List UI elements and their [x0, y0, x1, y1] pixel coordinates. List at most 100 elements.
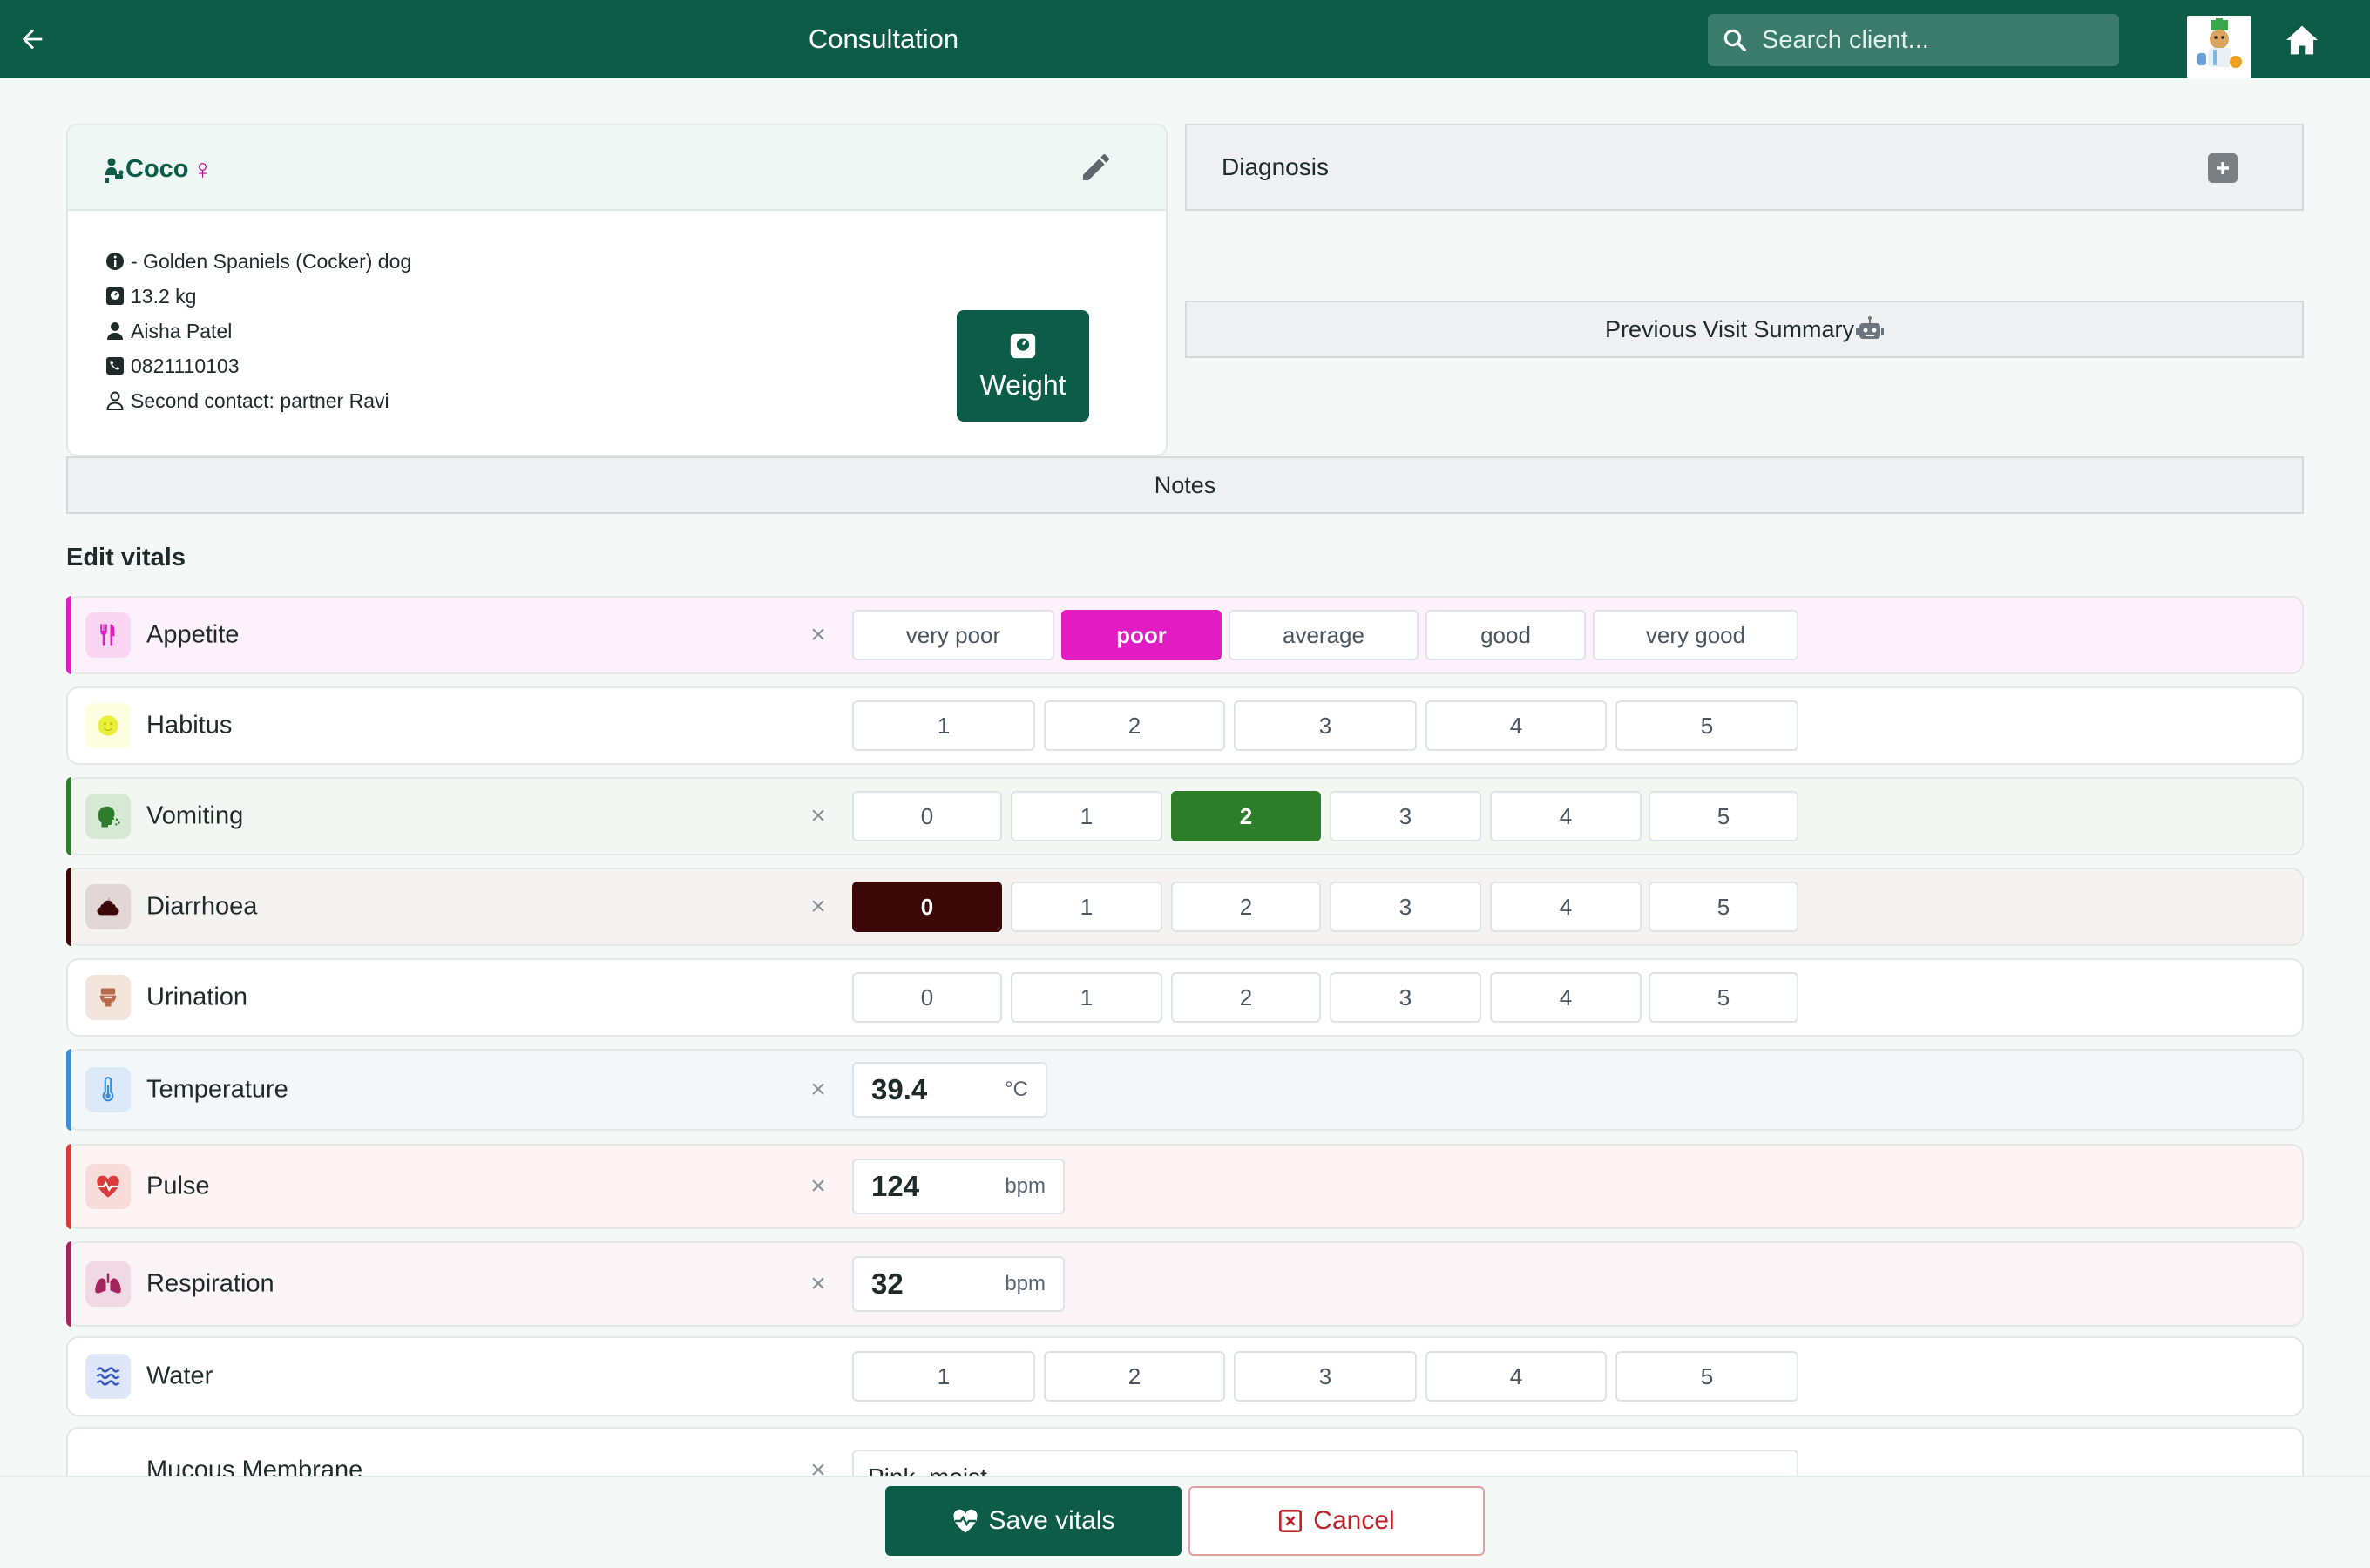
save-vitals-button[interactable]: Save vitals	[885, 1486, 1182, 1556]
clear-appetite-button[interactable]: ×	[805, 620, 831, 650]
diarrhoea-option-4[interactable]: 4	[1490, 882, 1642, 932]
vital-label: Temperature	[146, 1075, 288, 1104]
water-option-3[interactable]: 3	[1234, 1351, 1417, 1402]
clear-vomiting-button[interactable]: ×	[805, 801, 831, 831]
vomiting-option-5[interactable]: 5	[1649, 791, 1798, 841]
scale-icon	[106, 287, 124, 305]
urination-option-1[interactable]: 1	[1011, 972, 1162, 1023]
utensils-icon	[85, 612, 131, 658]
plus-square-icon	[2217, 162, 2229, 174]
clinic-logo-avatar[interactable]	[2187, 16, 2252, 78]
habitus-option-5[interactable]: 5	[1615, 700, 1798, 751]
diarrhoea-option-3[interactable]: 3	[1330, 882, 1481, 932]
person-with-pet-icon	[105, 158, 124, 183]
previous-visit-label: Previous Visit Summary	[1604, 315, 1855, 342]
vital-label: Urination	[146, 983, 248, 1011]
weight-text: 13.2 kg	[131, 285, 197, 308]
water-option-5[interactable]: 5	[1615, 1351, 1798, 1402]
vital-label: Pulse	[146, 1172, 210, 1200]
breed-text: - Golden Spaniels (Cocker) dog	[131, 250, 412, 273]
edit-vitals-heading: Edit vitals	[66, 544, 186, 571]
second-contact-row: Second contact: partner Ravi	[105, 383, 411, 418]
vomiting-option-0[interactable]: 0	[852, 791, 1002, 841]
previous-visit-summary-button[interactable]: Previous Visit Summary	[1185, 301, 2304, 358]
appetite-option-very-poor[interactable]: very poor	[852, 610, 1054, 660]
temperature-value: 39.4	[871, 1073, 928, 1105]
water-option-4[interactable]: 4	[1425, 1351, 1607, 1402]
habitus-option-1[interactable]: 1	[852, 700, 1035, 751]
water-option-2[interactable]: 2	[1044, 1351, 1225, 1402]
appetite-option-good[interactable]: good	[1425, 610, 1586, 660]
pencil-icon	[1083, 153, 1109, 180]
vomiting-option-4[interactable]: 4	[1490, 791, 1642, 841]
habitus-option-3[interactable]: 3	[1234, 700, 1417, 751]
water-option-1[interactable]: 1	[852, 1351, 1035, 1402]
pulse-unit: bpm	[1005, 1174, 1046, 1198]
lungs-icon	[85, 1261, 131, 1307]
home-icon	[2286, 25, 2318, 55]
weight-button[interactable]: Weight	[957, 310, 1089, 422]
diarrhoea-option-1[interactable]: 1	[1011, 882, 1162, 932]
home-button[interactable]	[2281, 21, 2323, 59]
patient-card: Coco ♀ - Golden Spaniels (Cocker) dog 13…	[66, 124, 1168, 456]
toilet-icon	[85, 975, 131, 1020]
weight-button-label: Weight	[979, 368, 1066, 401]
diarrhoea-option-5[interactable]: 5	[1649, 882, 1798, 932]
phone-row: 0821110103	[105, 348, 411, 383]
vital-row-respiration: Respiration × 32 bpm	[66, 1241, 2304, 1327]
vital-row-temperature: Temperature × 39.4 °C	[66, 1049, 2304, 1131]
owner-name: Aisha Patel	[131, 320, 233, 342]
temperature-input[interactable]: 39.4 °C	[852, 1062, 1047, 1118]
add-diagnosis-button[interactable]	[2208, 153, 2238, 183]
pulse-input[interactable]: 124 bpm	[852, 1159, 1065, 1214]
weight-row: 13.2 kg	[105, 279, 411, 314]
clear-pulse-button[interactable]: ×	[805, 1172, 831, 1201]
clear-respiration-button[interactable]: ×	[805, 1269, 831, 1299]
smiley-icon	[85, 703, 131, 748]
vital-row-appetite: Appetite × very poor poor average good v…	[66, 596, 2304, 674]
owner-row: Aisha Patel	[105, 314, 411, 348]
appetite-option-very-good[interactable]: very good	[1593, 610, 1798, 660]
info-circle-icon	[106, 253, 124, 270]
poop-icon	[85, 884, 131, 929]
vomiting-option-2-selected[interactable]: 2	[1171, 791, 1321, 841]
diarrhoea-option-0-selected[interactable]: 0	[852, 882, 1002, 932]
urination-option-2[interactable]: 2	[1171, 972, 1321, 1023]
appetite-option-average[interactable]: average	[1229, 610, 1419, 660]
habitus-option-2[interactable]: 2	[1044, 700, 1225, 751]
patient-name-group: Coco ♀	[103, 153, 213, 186]
breed-row: - Golden Spaniels (Cocker) dog	[105, 244, 411, 279]
cancel-label: Cancel	[1313, 1506, 1395, 1535]
phone-icon	[106, 357, 124, 375]
clear-diarrhoea-button[interactable]: ×	[805, 892, 831, 922]
vital-row-diarrhoea: Diarrhoea × 0 1 2 3 4 5	[66, 868, 2304, 946]
second-contact-text: Second contact: partner Ravi	[131, 389, 389, 412]
urination-option-4[interactable]: 4	[1490, 972, 1642, 1023]
notes-label: Notes	[1154, 471, 1216, 498]
cancel-button[interactable]: Cancel	[1188, 1486, 1485, 1556]
vital-label: Diarrhoea	[146, 892, 258, 921]
urination-option-5[interactable]: 5	[1649, 972, 1798, 1023]
habitus-option-4[interactable]: 4	[1425, 700, 1607, 751]
close-square-icon	[1279, 1510, 1303, 1532]
urination-option-0[interactable]: 0	[852, 972, 1002, 1023]
diarrhoea-option-2[interactable]: 2	[1171, 882, 1321, 932]
respiration-input[interactable]: 32 bpm	[852, 1256, 1065, 1312]
appetite-option-poor-selected[interactable]: poor	[1061, 610, 1222, 660]
client-search[interactable]	[1708, 14, 2119, 66]
diagnosis-panel[interactable]: Diagnosis	[1185, 124, 2304, 211]
urination-option-3[interactable]: 3	[1330, 972, 1481, 1023]
edit-patient-button[interactable]	[1075, 146, 1117, 188]
vomiting-option-3[interactable]: 3	[1330, 791, 1481, 841]
patient-info-list: - Golden Spaniels (Cocker) dog 13.2 kg A…	[105, 244, 411, 418]
vital-label: Habitus	[146, 711, 233, 740]
clear-temperature-button[interactable]: ×	[805, 1075, 831, 1105]
notes-panel[interactable]: Notes	[66, 456, 2304, 514]
search-input[interactable]	[1762, 25, 2110, 55]
vital-label: Appetite	[146, 620, 240, 649]
pulse-value: 124	[871, 1170, 920, 1202]
respiration-unit: bpm	[1005, 1272, 1046, 1295]
patient-card-header: Coco ♀	[68, 125, 1166, 211]
vomiting-option-1[interactable]: 1	[1011, 791, 1162, 841]
thermometer-icon	[85, 1067, 131, 1112]
